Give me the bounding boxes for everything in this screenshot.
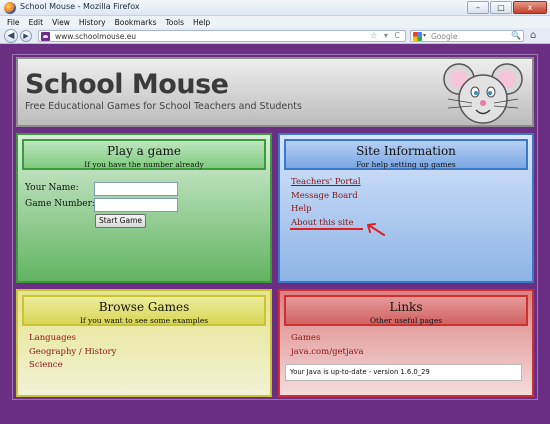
panel-title: Site Information — [356, 144, 456, 158]
search-icon[interactable]: 🔍 — [511, 31, 521, 40]
help-link[interactable]: Help — [291, 204, 361, 218]
menu-file[interactable]: File — [7, 18, 20, 27]
home-button[interactable]: ⌂ — [530, 31, 536, 41]
panel-title: Play a game — [107, 144, 181, 158]
window-controls: – □ x — [467, 1, 547, 14]
menu-history[interactable]: History — [79, 18, 106, 27]
browse-games-panel: Browse Games If you want to see some exa… — [16, 289, 272, 397]
panel-subtitle: If you want to see some examples — [79, 316, 209, 325]
annotation-underline — [290, 228, 363, 230]
science-link[interactable]: Science — [29, 360, 116, 374]
panel-title: Browse Games — [98, 300, 190, 314]
url-bar[interactable]: www.schoolmouse.eu ☆ ▾ C — [38, 30, 406, 42]
forward-button[interactable]: ▶ — [20, 30, 32, 42]
site-information-panel: Site Information For help setting up gam… — [278, 133, 534, 283]
java-status-message: Your Java is up-to-date - version 1.6.0_… — [285, 364, 522, 381]
navigation-toolbar: ◀ ▶ www.schoolmouse.eu ☆ ▾ C ▾ Google 🔍 … — [0, 28, 550, 44]
panel-header: Play a game If you have the number alrea… — [22, 139, 266, 170]
site-favicon-icon — [41, 32, 50, 41]
game-number-label: Game Number: — [25, 199, 95, 209]
menu-tools[interactable]: Tools — [166, 18, 184, 27]
site-subtitle: Free Educational Games for School Teache… — [25, 101, 302, 112]
name-label: Your Name: — [25, 183, 79, 193]
minimize-button[interactable]: – — [467, 1, 489, 14]
panel-header: Browse Games If you want to see some exa… — [22, 295, 266, 326]
annotation-arrow-icon — [367, 223, 385, 236]
menu-bookmarks[interactable]: Bookmarks — [115, 18, 157, 27]
browse-games-links: Languages Geography / History Science — [29, 333, 116, 374]
game-number-input[interactable] — [94, 198, 178, 212]
panel-title: Links — [389, 300, 423, 314]
maximize-button[interactable]: □ — [490, 1, 512, 14]
teachers-portal-link[interactable]: Teachers' Portal — [291, 177, 361, 191]
window-titlebar: School Mouse - Mozilla Firefox – □ x — [0, 0, 550, 16]
start-game-button[interactable]: Start Game — [95, 214, 146, 228]
panel-subtitle: For help setting up games — [356, 160, 456, 169]
name-input[interactable] — [94, 182, 178, 196]
search-engine-dropdown-icon[interactable]: ▾ — [423, 32, 426, 39]
play-game-panel: Play a game If you have the number alrea… — [16, 133, 272, 283]
games-link[interactable]: Games — [291, 333, 364, 347]
window-title: School Mouse - Mozilla Firefox — [20, 2, 140, 11]
bookmark-star-reload-icon[interactable]: ☆ ▾ C — [370, 31, 402, 40]
geography-history-link[interactable]: Geography / History — [29, 347, 116, 361]
search-input[interactable]: Google — [431, 32, 457, 41]
panel-subtitle: If you have the number already — [84, 160, 204, 169]
site-title: School Mouse — [25, 69, 229, 100]
panel-header: Links Other useful pages — [284, 295, 528, 326]
getjava-link[interactable]: java.com/getjava — [291, 347, 364, 361]
site-header: School Mouse Free Educational Games for … — [16, 57, 534, 127]
external-links: Games java.com/getjava — [291, 333, 364, 360]
message-board-link[interactable]: Message Board — [291, 191, 361, 205]
menu-view[interactable]: View — [52, 18, 70, 27]
google-icon — [413, 32, 422, 41]
back-button[interactable]: ◀ — [4, 29, 18, 43]
menu-bar: File Edit View History Bookmarks Tools H… — [0, 16, 550, 28]
page-content: School Mouse Free Educational Games for … — [0, 45, 550, 424]
panel-subtitle: Other useful pages — [369, 316, 443, 325]
links-panel: Links Other useful pages Games java.com/… — [278, 289, 534, 397]
languages-link[interactable]: Languages — [29, 333, 116, 347]
mouse-logo-icon — [443, 63, 523, 124]
firefox-icon — [4, 2, 16, 14]
menu-edit[interactable]: Edit — [29, 18, 44, 27]
url-text[interactable]: www.schoolmouse.eu — [55, 32, 136, 41]
menu-help[interactable]: Help — [193, 18, 210, 27]
site-info-links: Teachers' Portal Message Board Help Abou… — [291, 177, 361, 231]
close-button[interactable]: x — [513, 1, 547, 14]
panel-header: Site Information For help setting up gam… — [284, 139, 528, 170]
search-bar[interactable]: ▾ Google 🔍 — [410, 30, 524, 42]
